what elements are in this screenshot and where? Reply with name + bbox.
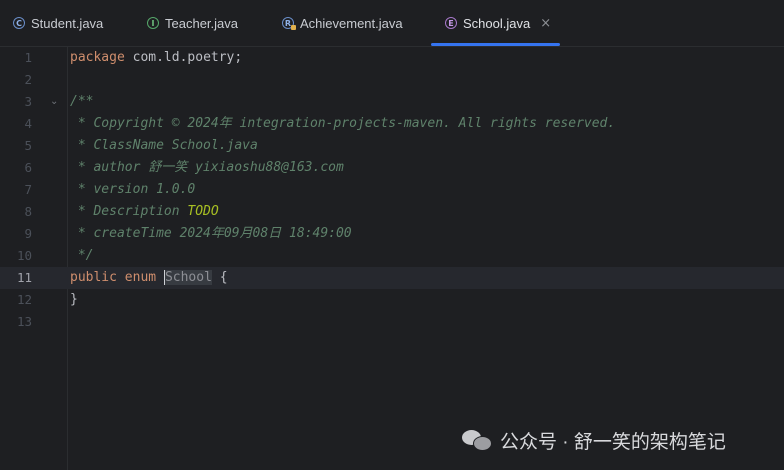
line-number: 10 (16, 248, 32, 263)
line-number: 9 (24, 226, 32, 241)
class-icon: C (13, 17, 25, 29)
line-number: 3 (24, 94, 32, 109)
code-line[interactable]: 10 */ (0, 245, 784, 267)
todo-marker: TODO (187, 204, 219, 219)
line-number: 2 (24, 72, 32, 87)
tab-school-java[interactable]: E School.java × (445, 0, 551, 46)
wechat-icon (462, 428, 492, 452)
tab-label: Student.java (31, 15, 104, 31)
code-line[interactable]: 8 * Description TODO (0, 201, 784, 223)
active-tab-indicator (431, 43, 560, 46)
code-text: } (70, 292, 78, 307)
editor-tab-bar: C Student.java I Teacher.java R Achievem… (0, 0, 784, 47)
close-icon[interactable]: × (540, 16, 551, 31)
code-line[interactable]: 12 } (0, 289, 784, 311)
caret-selection: School (163, 270, 212, 285)
interface-icon: I (147, 17, 159, 29)
tab-achievement-java[interactable]: R Achievement.java (282, 0, 403, 46)
code-text: * author 舒一笑 yixiaoshu88@163.com (70, 160, 344, 175)
code-line[interactable]: 2 (0, 69, 784, 91)
watermark-text: 公众号 · 舒一笑的架构笔记 (500, 431, 726, 453)
code-line[interactable]: 9 * createTime 2024年09月08日 18:49:00 (0, 223, 784, 245)
fold-chevron-icon[interactable]: ⌄ (50, 91, 58, 113)
code-text: * Copyright © 2024年 integration-projects… (70, 116, 616, 131)
code-text: /** (70, 94, 94, 109)
line-number: 6 (24, 160, 32, 175)
code-line[interactable]: 7 * version 1.0.0 (0, 179, 784, 201)
tab-label: School.java (463, 15, 531, 31)
code-text: * Description TODO (70, 204, 219, 219)
line-number: 7 (24, 182, 32, 197)
code-text: * version 1.0.0 (70, 182, 196, 197)
code-line[interactable]: 5 * ClassName School.java (0, 135, 784, 157)
tab-student-java[interactable]: C Student.java (13, 0, 103, 46)
line-number: 1 (24, 50, 32, 65)
line-number: 4 (24, 116, 32, 131)
code-line[interactable]: 3 ⌄ /** (0, 91, 784, 113)
tab-label: Achievement.java (300, 15, 403, 31)
line-number: 8 (24, 204, 32, 219)
code-text: */ (70, 248, 94, 263)
code-line[interactable]: 6 * author 舒一笑 yixiaoshu88@163.com (0, 157, 784, 179)
code-text: public enum School { (70, 270, 228, 285)
code-text: package com.ld.poetry; (70, 50, 243, 65)
code-line-current[interactable]: 11 public enum School { (0, 267, 784, 289)
code-line[interactable]: 4 * Copyright © 2024年 integration-projec… (0, 113, 784, 135)
line-number: 5 (24, 138, 32, 153)
code-text: * ClassName School.java (70, 138, 258, 153)
line-number: 12 (16, 292, 32, 307)
watermark: 公众号 · 舒一笑的架构笔记 (462, 424, 726, 456)
line-number: 13 (16, 314, 32, 329)
enum-icon: E (445, 17, 457, 29)
code-line[interactable]: 13 (0, 311, 784, 333)
line-number: 11 (16, 270, 32, 285)
record-icon: R (282, 17, 296, 30)
tab-teacher-java[interactable]: I Teacher.java (147, 0, 238, 46)
code-line[interactable]: 1 package com.ld.poetry; (0, 47, 784, 69)
tab-label: Teacher.java (165, 15, 238, 31)
code-text: * createTime 2024年09月08日 18:49:00 (70, 226, 352, 241)
